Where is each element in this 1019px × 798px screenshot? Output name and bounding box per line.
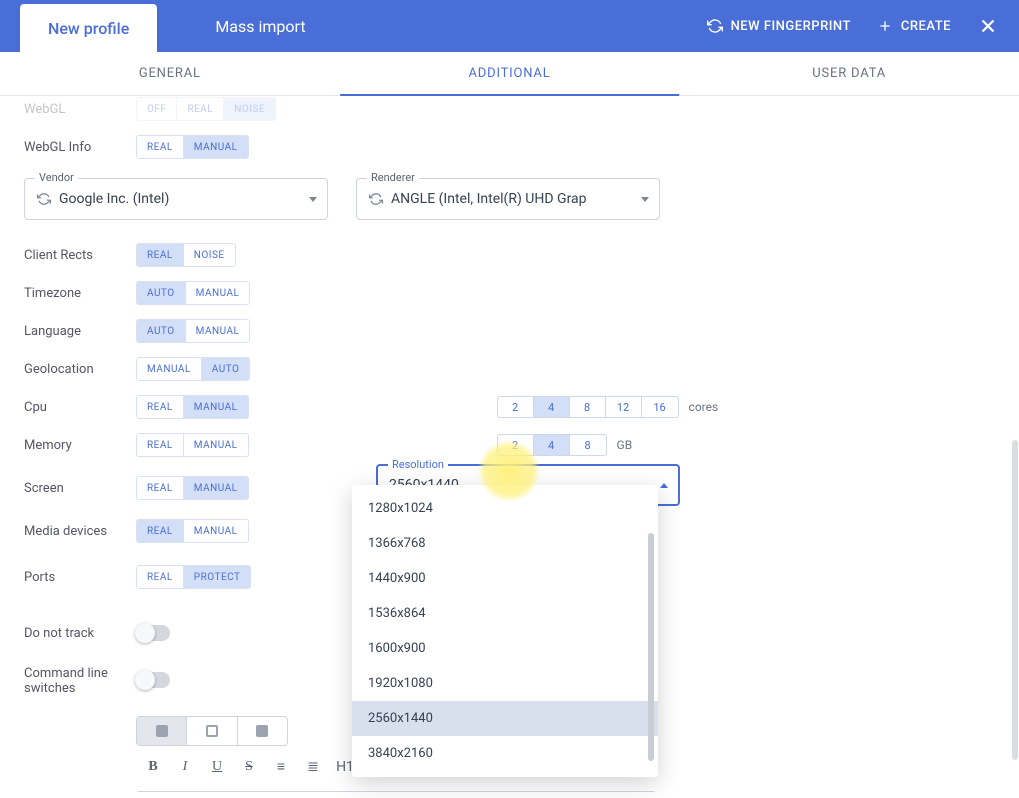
memory-label: Memory bbox=[24, 438, 136, 453]
tab-additional[interactable]: ADDITIONAL bbox=[340, 52, 680, 95]
refresh-icon bbox=[707, 18, 723, 34]
resolution-option[interactable]: 1536x864 bbox=[352, 596, 658, 631]
webgl-toggle[interactable]: OFF REAL NOISE bbox=[136, 97, 276, 121]
cpu-cores-group[interactable]: 2 4 8 12 16 bbox=[497, 396, 679, 418]
bullet-list-icon[interactable]: ≡ bbox=[272, 758, 290, 775]
refresh-icon bbox=[369, 192, 383, 206]
language-toggle[interactable]: AUTO MANUAL bbox=[136, 319, 250, 343]
ports-toggle[interactable]: REAL PROTECT bbox=[136, 565, 251, 589]
renderer-select[interactable]: Renderer ANGLE (Intel, Intel(R) UHD Grap bbox=[356, 178, 660, 220]
dropdown-scrollbar[interactable] bbox=[648, 533, 654, 761]
cmdline-switch[interactable] bbox=[136, 672, 170, 688]
vendor-value: Google Inc. (Intel) bbox=[59, 191, 169, 207]
ports-label: Ports bbox=[24, 570, 136, 585]
dnt-label: Do not track bbox=[24, 626, 136, 641]
cpu-unit: cores bbox=[689, 400, 719, 414]
geolocation-label: Geolocation bbox=[24, 362, 136, 377]
plus-icon bbox=[877, 18, 893, 34]
memory-toggle[interactable]: REAL MANUAL bbox=[136, 433, 249, 457]
chevron-down-icon bbox=[309, 197, 317, 202]
language-label: Language bbox=[24, 324, 136, 339]
resolution-option[interactable]: 1920x1080 bbox=[352, 666, 658, 701]
media-devices-toggle[interactable]: REAL MANUAL bbox=[136, 519, 249, 543]
strike-button[interactable]: S bbox=[240, 759, 258, 775]
resolution-option[interactable]: 2560x1440 bbox=[352, 701, 658, 736]
underline-button[interactable]: U bbox=[208, 759, 226, 775]
webgl-label: WebGL bbox=[24, 102, 136, 117]
webgl-info-label: WebGL Info bbox=[24, 140, 136, 155]
vendor-select-label: Vendor bbox=[35, 171, 78, 184]
notes-input[interactable] bbox=[136, 791, 656, 792]
editor-view-tabs[interactable] bbox=[136, 716, 288, 746]
resolution-option[interactable]: 1366x768 bbox=[352, 526, 658, 561]
screen-toggle[interactable]: REAL MANUAL bbox=[136, 476, 249, 500]
resolution-select-label: Resolution bbox=[388, 458, 448, 471]
tab-mass-import[interactable]: Mass import bbox=[187, 3, 333, 50]
tab-user-data[interactable]: USER DATA bbox=[679, 52, 1019, 95]
vendor-select[interactable]: Vendor Google Inc. (Intel) bbox=[24, 178, 328, 220]
renderer-select-label: Renderer bbox=[367, 171, 419, 184]
topbar: New profile Mass import NEW FINGERPRINT … bbox=[0, 0, 1019, 52]
cpu-toggle[interactable]: REAL MANUAL bbox=[136, 395, 249, 419]
close-icon[interactable] bbox=[977, 15, 999, 37]
cmdline-label: Command line switches bbox=[24, 666, 136, 696]
tab-general[interactable]: GENERAL bbox=[0, 52, 340, 95]
resolution-option[interactable]: 1440x900 bbox=[352, 561, 658, 596]
renderer-value: ANGLE (Intel, Intel(R) UHD Grap bbox=[391, 191, 587, 207]
memory-unit: GB bbox=[617, 438, 633, 452]
timezone-toggle[interactable]: AUTO MANUAL bbox=[136, 281, 250, 305]
dnt-switch[interactable] bbox=[136, 625, 170, 641]
refresh-icon bbox=[37, 192, 51, 206]
chevron-up-icon bbox=[660, 483, 668, 488]
create-button[interactable]: CREATE bbox=[877, 18, 951, 34]
resolution-option[interactable]: 1280x1024 bbox=[352, 491, 658, 526]
webgl-info-toggle[interactable]: REAL MANUAL bbox=[136, 135, 249, 159]
italic-button[interactable]: I bbox=[176, 759, 194, 775]
client-rects-label: Client Rects bbox=[24, 248, 136, 263]
cpu-label: Cpu bbox=[24, 400, 136, 415]
new-fingerprint-button[interactable]: NEW FINGERPRINT bbox=[707, 18, 851, 34]
tab-new-profile[interactable]: New profile bbox=[20, 4, 157, 52]
resolution-dropdown[interactable]: 1280x1024 1366x768 1440x900 1536x864 160… bbox=[352, 485, 658, 777]
chevron-down-icon bbox=[641, 197, 649, 202]
number-list-icon[interactable]: ≣ bbox=[304, 759, 322, 775]
resolution-option[interactable]: 3840x2160 bbox=[352, 736, 658, 771]
timezone-label: Timezone bbox=[24, 286, 136, 301]
bold-button[interactable]: B bbox=[144, 759, 162, 775]
media-devices-label: Media devices bbox=[24, 524, 136, 539]
memory-gb-group[interactable]: 2 4 8 bbox=[497, 434, 607, 456]
geolocation-toggle[interactable]: MANUAL AUTO bbox=[136, 357, 250, 381]
page-scrollbar[interactable] bbox=[1012, 440, 1018, 760]
screen-label: Screen bbox=[24, 481, 136, 496]
resolution-option[interactable]: 1600x900 bbox=[352, 631, 658, 666]
client-rects-toggle[interactable]: REAL NOISE bbox=[136, 243, 236, 267]
